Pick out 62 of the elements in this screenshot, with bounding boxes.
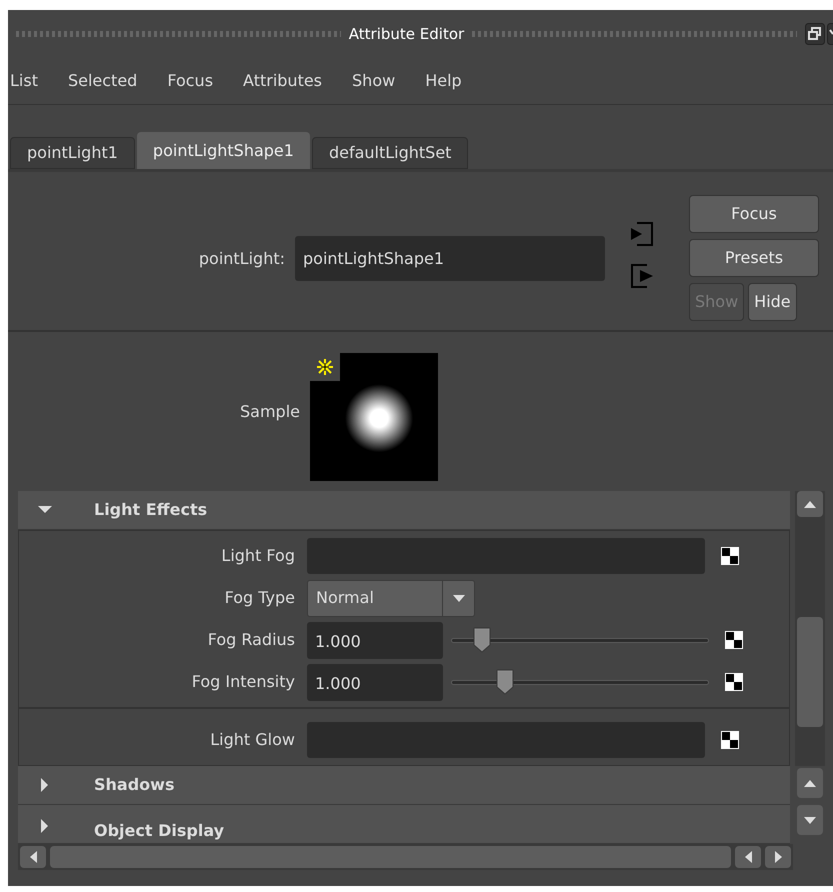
restore-icon[interactable] — [805, 23, 825, 45]
drag-handle[interactable] — [472, 31, 797, 37]
menu-item[interactable]: Selected — [68, 69, 138, 93]
menu-item[interactable]: Attributes — [243, 69, 322, 93]
caret-left-icon — [744, 851, 752, 863]
scroll-up-button[interactable] — [797, 768, 824, 798]
caret-up-icon — [804, 780, 816, 786]
tab[interactable]: pointLight1 — [10, 137, 135, 169]
section-title: Light Effects — [94, 499, 208, 521]
scroll-up-button[interactable] — [797, 491, 824, 517]
section-title: Object Display — [94, 820, 224, 842]
sparkle-icon — [317, 359, 333, 375]
color-field[interactable] — [307, 722, 705, 758]
slider-thumb[interactable] — [472, 627, 492, 653]
slider-thumb[interactable] — [495, 669, 516, 695]
vertical-scrollbar[interactable] — [795, 491, 825, 766]
horizontal-scrollbar[interactable] — [18, 844, 793, 870]
color-field[interactable] — [307, 538, 705, 574]
slider[interactable] — [451, 627, 709, 653]
tab[interactable]: pointLightShape1 — [136, 132, 310, 169]
map-button-icon[interactable] — [721, 731, 739, 749]
menu-item[interactable]: Show — [352, 69, 396, 93]
tab[interactable]: defaultLightSet — [312, 137, 468, 169]
node-name-field[interactable]: pointLightShape1 — [295, 236, 605, 281]
caret-down-icon — [804, 816, 816, 824]
section-title: Shadows — [94, 774, 174, 796]
input-connection-icon[interactable] — [631, 222, 653, 246]
map-button-icon[interactable] — [725, 673, 743, 691]
attribute-label: Light Glow — [209, 729, 296, 751]
scroll-right-button[interactable] — [765, 846, 791, 868]
action-button[interactable]: Focus — [689, 195, 819, 233]
scroll-thumb[interactable] — [797, 617, 824, 727]
action-button[interactable]: Hide — [748, 283, 797, 321]
scroll-left-button[interactable] — [735, 846, 761, 868]
scroll-down-button[interactable] — [797, 805, 824, 835]
menu-item[interactable]: Focus — [167, 69, 214, 93]
attribute-label: Fog Type — [224, 587, 296, 609]
sample-label: Sample — [239, 400, 301, 422]
action-button[interactable]: Presets — [689, 239, 819, 277]
menu-item[interactable]: List — [10, 69, 38, 93]
dropdown[interactable]: Normal — [307, 580, 475, 616]
number-field[interactable]: 1.000 — [307, 622, 443, 658]
number-field[interactable]: 1.000 — [307, 664, 443, 700]
caret-right-icon — [774, 851, 782, 863]
drag-handle[interactable] — [16, 31, 341, 37]
caret-left-icon — [30, 851, 36, 863]
attribute-label: Light Fog — [220, 545, 296, 567]
attribute-label: Fog Radius — [206, 629, 296, 651]
attribute-label: Fog Intensity — [190, 671, 296, 693]
map-button-icon[interactable] — [721, 547, 739, 565]
caret-up-icon — [804, 500, 816, 508]
section-header[interactable]: Object Display — [18, 805, 790, 844]
scroll-thumb[interactable] — [50, 846, 731, 868]
section-header[interactable]: Shadows — [18, 766, 790, 805]
node-label: pointLight: — [198, 248, 286, 270]
menu-item[interactable]: Help — [425, 69, 462, 93]
map-button-icon[interactable] — [725, 631, 743, 649]
window-title: Attribute Editor — [348, 24, 464, 45]
slider[interactable] — [451, 669, 709, 695]
scroll-left-button[interactable] — [20, 846, 46, 868]
section-header[interactable]: Light Effects — [18, 491, 790, 530]
caret-icon — [452, 594, 464, 602]
